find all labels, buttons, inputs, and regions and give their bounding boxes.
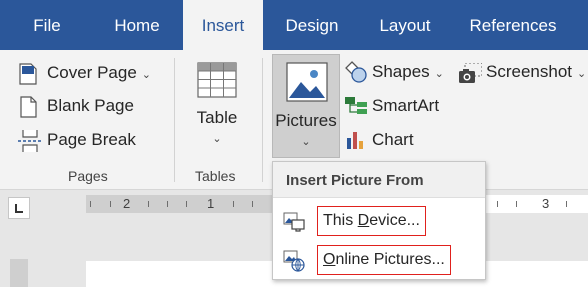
- ruler-tick: [252, 201, 253, 207]
- ruler-margin: [86, 195, 276, 213]
- ruler-number: 1: [207, 196, 215, 211]
- chart-label: Chart: [372, 130, 414, 149]
- online-pictures-label: Online Pictures...: [317, 245, 451, 275]
- vertical-ruler: [10, 259, 28, 287]
- chart-icon: [347, 132, 363, 149]
- pages-group-label: Pages: [68, 168, 108, 184]
- tab-design[interactable]: Design: [272, 0, 352, 50]
- table-label: Table: [196, 108, 238, 127]
- tab-home[interactable]: Home: [98, 0, 176, 50]
- ruler-number: 3: [542, 196, 550, 211]
- ruler-number: 2: [123, 196, 131, 211]
- group-divider: [174, 58, 175, 182]
- ruler-tick: [516, 201, 517, 207]
- ruler-tick: [497, 201, 498, 207]
- chevron-down-icon: ⌄: [577, 68, 587, 80]
- pictures-button[interactable]: Pictures ⌄: [272, 54, 340, 158]
- shapes-icon: [345, 61, 367, 83]
- chevron-down-icon: ⌄: [434, 68, 444, 80]
- tab-layout[interactable]: Layout: [366, 0, 444, 50]
- online-pictures-icon: [283, 250, 305, 272]
- ruler-tick: [186, 201, 187, 207]
- tables-group-label: Tables: [195, 168, 236, 184]
- ruler-tick: [566, 201, 567, 207]
- cover-page-icon: [19, 63, 37, 85]
- cover-page-button[interactable]: Cover Page ⌄: [18, 60, 151, 86]
- pictures-label: Pictures: [275, 111, 337, 130]
- chevron-down-icon: ⌄: [141, 69, 151, 81]
- tab-references[interactable]: References: [457, 0, 569, 50]
- picture-icon: [286, 62, 328, 102]
- smartart-label: SmartArt: [372, 96, 440, 115]
- page-break-icon: [18, 130, 42, 152]
- group-divider: [262, 58, 263, 182]
- screenshot-label: Screenshot: [486, 62, 572, 81]
- camera-icon: [459, 63, 482, 83]
- chart-button[interactable]: Chart: [344, 127, 414, 153]
- chevron-down-icon: ⌄: [212, 133, 222, 145]
- ruler-tick: [167, 201, 168, 207]
- ribbon-tab-bar: File Home Insert Design Layout Reference…: [0, 0, 588, 50]
- insert-picture-menu: Insert Picture From This Device... Onlin…: [272, 161, 486, 280]
- shapes-button[interactable]: Shapes ⌄: [344, 59, 444, 85]
- blank-page-icon: [20, 96, 37, 118]
- page-break-button[interactable]: Page Break: [18, 127, 136, 153]
- page-break-label: Page Break: [47, 130, 136, 149]
- cover-page-label: Cover Page: [47, 63, 137, 82]
- blank-page-button[interactable]: Blank Page: [18, 93, 134, 119]
- blank-page-label: Blank Page: [47, 96, 134, 115]
- this-device-label: This Device...: [317, 206, 426, 236]
- tab-file[interactable]: File: [13, 0, 81, 50]
- left-tab-icon: [15, 204, 23, 213]
- tab-selector[interactable]: [8, 197, 30, 219]
- menu-item-online-pictures[interactable]: Online Pictures...: [273, 240, 485, 280]
- menu-header: Insert Picture From: [273, 162, 485, 198]
- table-icon: [197, 62, 237, 98]
- tab-insert[interactable]: Insert: [183, 0, 263, 50]
- screenshot-button[interactable]: Screenshot ⌄: [458, 59, 586, 85]
- ruler-tick: [233, 201, 234, 207]
- smartart-icon: [345, 97, 367, 114]
- ruler-tick: [148, 201, 149, 207]
- shapes-label: Shapes: [372, 62, 430, 81]
- this-device-icon: [283, 212, 305, 232]
- smartart-button[interactable]: SmartArt: [344, 93, 439, 119]
- menu-item-this-device[interactable]: This Device...: [273, 201, 485, 241]
- ruler-tick: [90, 201, 91, 207]
- table-button[interactable]: Table ⌄: [188, 58, 246, 158]
- ruler-tick: [110, 201, 111, 207]
- chevron-down-icon: ⌄: [301, 136, 311, 148]
